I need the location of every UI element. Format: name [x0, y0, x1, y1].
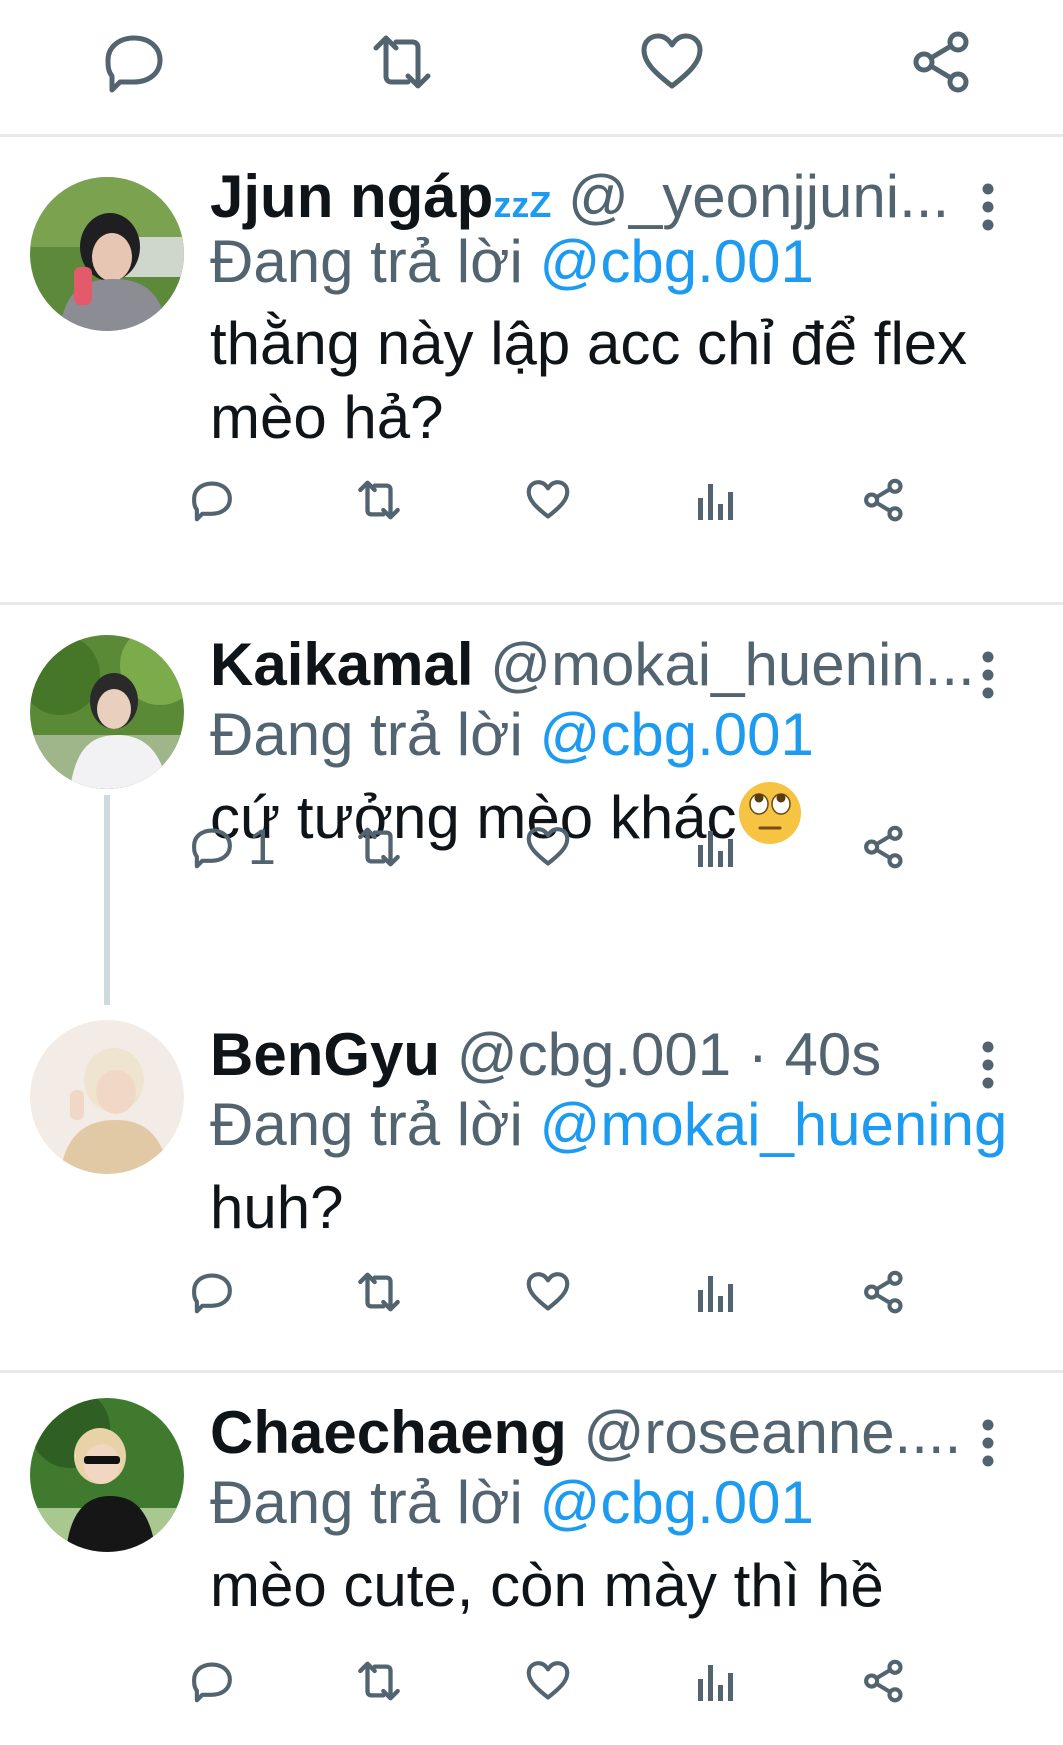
user-handle[interactable]: @roseanne....	[583, 1399, 961, 1466]
display-name[interactable]: Kaikamal	[210, 631, 474, 698]
tweet-text: huh?	[210, 1171, 1013, 1245]
reply-icon[interactable]	[102, 30, 166, 94]
share-icon[interactable]	[862, 1262, 906, 1322]
replying-to: Đang trả lời @cbg.001	[210, 700, 1043, 770]
zzz-emoji: zzZ	[493, 184, 552, 225]
tweet-action-bar	[0, 470, 1063, 530]
user-handle[interactable]: @cbg.001	[457, 1021, 731, 1088]
replying-label: Đang trả lời	[210, 228, 523, 295]
like-icon[interactable]	[526, 817, 570, 877]
mention-link[interactable]: @cbg.001	[539, 701, 813, 768]
more-options-icon[interactable]	[973, 645, 1003, 705]
analytics-icon[interactable]	[696, 1651, 736, 1711]
replying-to: Đang trả lời @cbg.001	[210, 1468, 1043, 1538]
tweet-time[interactable]: · 40s	[731, 1021, 881, 1088]
tweet-header: Kaikamal @mokai_huenin...	[210, 630, 973, 700]
tweet-header: Chaechaeng @roseanne....	[210, 1398, 973, 1468]
retweet-icon[interactable]	[356, 817, 402, 877]
retweet-icon[interactable]	[356, 1262, 402, 1322]
reply-icon[interactable]	[190, 1651, 234, 1711]
replying-to: Đang trả lời @cbg.001	[210, 227, 1043, 297]
tweet-text-line: thằng này lập acc chỉ để flex	[210, 310, 968, 377]
reply-tweet[interactable]: Chaechaeng @roseanne.... Đang trả lời @c…	[0, 1373, 1063, 1745]
tweet-action-bar: 1	[0, 817, 1063, 877]
share-icon[interactable]	[910, 30, 974, 94]
user-handle[interactable]: @mokai_huenin...	[490, 631, 973, 698]
avatar[interactable]	[30, 1398, 184, 1552]
share-icon[interactable]	[862, 817, 906, 877]
replying-label: Đang trả lời	[210, 1091, 523, 1158]
like-icon[interactable]	[526, 1651, 570, 1711]
reply-icon[interactable]: 1	[190, 817, 276, 877]
tweet-text: thằng này lập acc chỉ để flex mèo hả?	[210, 307, 1013, 455]
replying-to: Đang trả lời @mokai_huening	[210, 1090, 1043, 1160]
retweet-icon[interactable]	[356, 470, 402, 530]
avatar[interactable]	[30, 635, 184, 789]
retweet-icon[interactable]	[370, 30, 434, 94]
avatar[interactable]	[30, 177, 184, 331]
tweet-text-line: mèo hả?	[210, 384, 444, 451]
user-handle[interactable]: @_yeonjjuni...	[568, 163, 949, 230]
focused-tweet-action-bar	[0, 0, 1063, 137]
reply-tweet[interactable]: BenGyu @cbg.001 · 40s Đang trả lời @moka…	[0, 995, 1063, 1370]
mention-link[interactable]: @mokai_huening	[539, 1091, 1007, 1158]
mention-link[interactable]: @cbg.001	[539, 1469, 813, 1536]
reply-icon[interactable]	[190, 1262, 234, 1322]
mention-link[interactable]: @cbg.001	[539, 228, 813, 295]
reply-icon[interactable]	[190, 470, 234, 530]
like-icon[interactable]	[526, 470, 570, 530]
reply-count: 1	[248, 819, 276, 875]
retweet-icon[interactable]	[356, 1651, 402, 1711]
analytics-icon[interactable]	[696, 1262, 736, 1322]
replying-label: Đang trả lời	[210, 1469, 523, 1536]
like-icon[interactable]	[526, 1262, 570, 1322]
analytics-icon[interactable]	[696, 470, 736, 530]
tweet-text-line: mèo cute, còn mày thì hề	[210, 1552, 884, 1619]
display-name[interactable]: Jjun ngáp	[210, 163, 493, 230]
tweet-header: Jjun ngápzzZ @_yeonjjuni...	[210, 162, 973, 232]
reply-tweet[interactable]: Jjun ngápzzZ @_yeonjjuni... Đang trả lời…	[0, 137, 1063, 602]
tweet-text: mèo cute, còn mày thì hề	[210, 1549, 1013, 1623]
like-icon[interactable]	[640, 30, 704, 94]
share-icon[interactable]	[862, 1651, 906, 1711]
tweet-action-bar	[0, 1651, 1063, 1711]
display-name[interactable]: Chaechaeng	[210, 1399, 567, 1466]
avatar[interactable]	[30, 1020, 184, 1174]
replying-label: Đang trả lời	[210, 701, 523, 768]
more-options-icon[interactable]	[973, 1413, 1003, 1473]
more-options-icon[interactable]	[973, 1035, 1003, 1095]
display-name[interactable]: BenGyu	[210, 1021, 440, 1088]
analytics-icon[interactable]	[696, 817, 736, 877]
tweet-header: BenGyu @cbg.001 · 40s	[210, 1020, 973, 1090]
tweet-text-line: huh?	[210, 1174, 344, 1241]
tweet-action-bar	[0, 1262, 1063, 1322]
reply-tweet[interactable]: Kaikamal @mokai_huenin... Đang trả lời @…	[0, 605, 1063, 1005]
share-icon[interactable]	[862, 470, 906, 530]
